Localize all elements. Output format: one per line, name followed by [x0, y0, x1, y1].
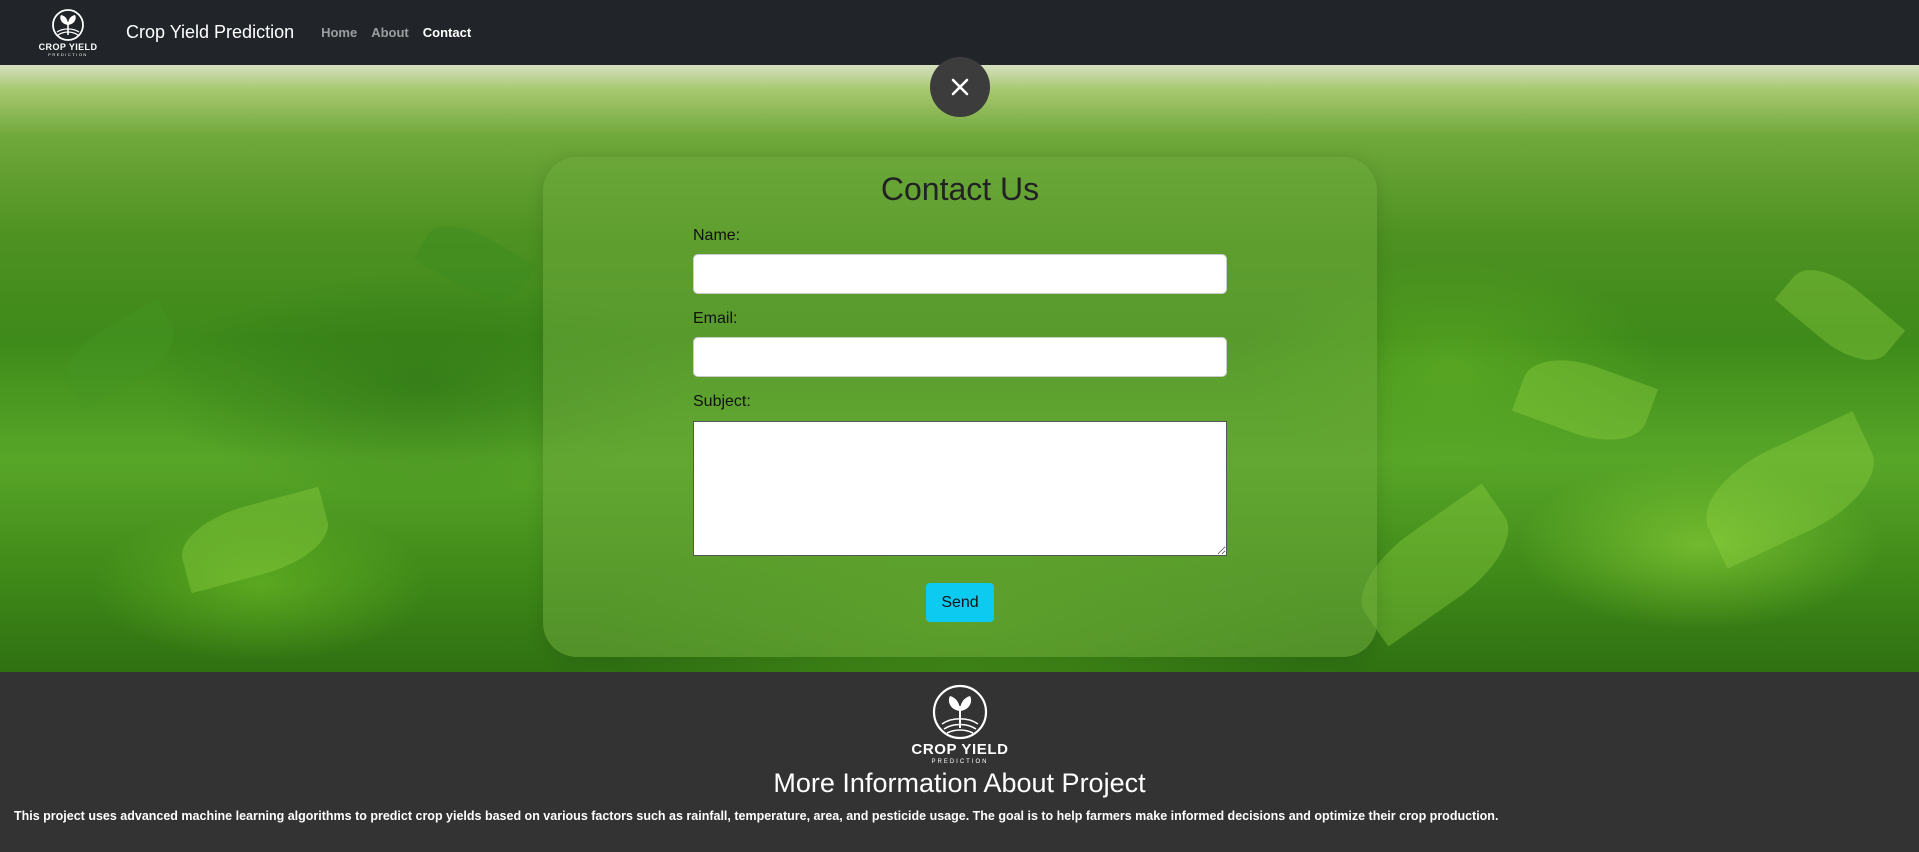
subject-label: Subject: — [693, 393, 751, 410]
email-label: Email: — [693, 310, 738, 327]
close-button[interactable] — [930, 57, 990, 117]
brand-name[interactable]: Crop Yield Prediction — [126, 22, 294, 43]
nav-link-about[interactable]: About — [364, 25, 416, 40]
nav-link-contact[interactable]: Contact — [416, 25, 478, 40]
contact-modal: Contact Us Name: Email: Subject: Send — [543, 157, 1377, 657]
modal-title: Contact Us — [880, 171, 1040, 207]
footer-description: This project uses advanced machine learn… — [14, 809, 1499, 823]
nav-links: Home About Contact — [314, 25, 478, 40]
footer-logo-subtext: PREDICTION — [931, 759, 989, 765]
email-input[interactable] — [693, 337, 1227, 377]
close-icon — [951, 78, 969, 96]
logo-subtext: PREDICTION — [48, 52, 88, 57]
footer-title: More Information About Project — [773, 768, 1146, 798]
footer-logo: CROP YIELD PREDICTION — [900, 684, 1020, 768]
logo-text: CROP YIELD — [38, 42, 98, 52]
sprout-icon — [52, 9, 84, 41]
name-input[interactable] — [693, 254, 1227, 294]
send-button[interactable]: Send — [926, 583, 994, 622]
sprout-icon — [932, 684, 988, 740]
footer-logo-text: CROP YIELD — [911, 741, 1009, 758]
hero-background: Contact Us Name: Email: Subject: Send — [0, 65, 1919, 672]
brand-logo[interactable]: CROP YIELD PREDICTION — [34, 6, 102, 60]
footer: CROP YIELD PREDICTION More Information A… — [0, 672, 1919, 852]
nav-link-home[interactable]: Home — [314, 25, 364, 40]
subject-textarea[interactable] — [693, 421, 1227, 556]
navbar: CROP YIELD PREDICTION Crop Yield Predict… — [0, 0, 1919, 65]
name-label: Name: — [693, 227, 741, 244]
